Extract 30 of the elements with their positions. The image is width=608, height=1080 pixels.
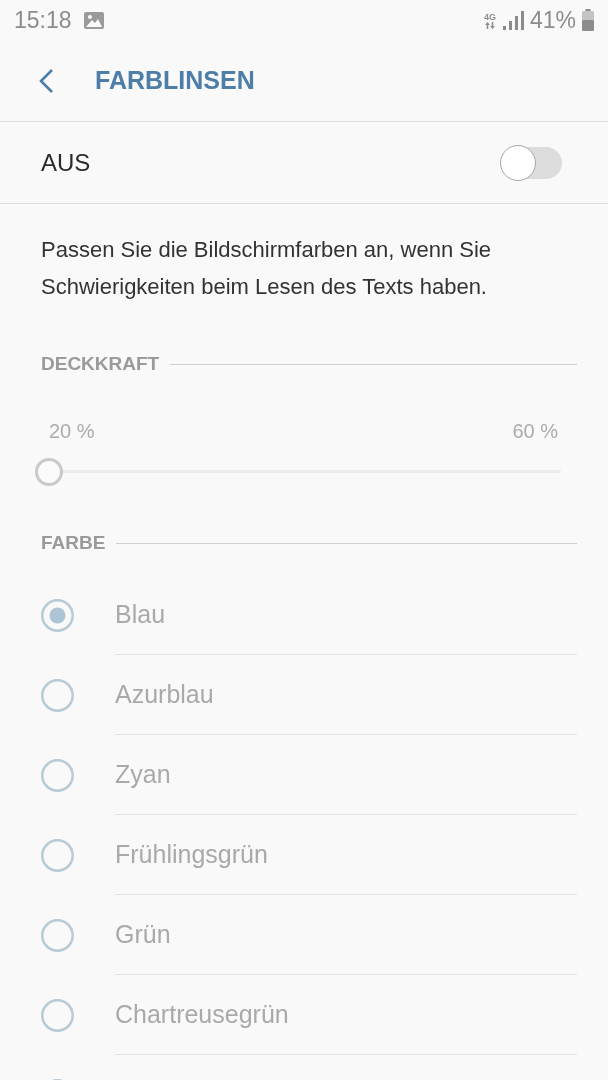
data-arrows-icon — [484, 21, 495, 29]
page-title: FARBLINSEN — [95, 66, 255, 95]
option-label[interactable]: Blau — [115, 600, 166, 629]
min-label: 20 % — [49, 419, 95, 443]
battery-icon — [582, 9, 594, 31]
image-icon — [83, 11, 104, 29]
radio-button-selected[interactable] — [41, 598, 74, 632]
radio-button[interactable] — [41, 998, 74, 1032]
signal-icon — [502, 10, 524, 30]
switch-label: AUS — [41, 148, 91, 177]
toggle-switch[interactable] — [500, 144, 562, 181]
slider-track[interactable] — [35, 458, 561, 486]
radio-button[interactable] — [41, 758, 74, 792]
slider-thumb[interactable] — [35, 458, 63, 486]
description-text: Passen Sie die Bildschirmfarben an, wenn Sie Schwierigkeiten beim Lesen des Texts haben. — [41, 236, 493, 301]
radio-button[interactable] — [41, 838, 74, 872]
section-heading: DECKKRAFT — [41, 352, 160, 376]
battery-percentage: 41% — [529, 7, 576, 33]
option-label[interactable]: Chartreusegrün — [115, 1000, 289, 1029]
max-label: 60 % — [512, 419, 558, 443]
option-label[interactable]: Azurblau — [115, 680, 214, 709]
option-label[interactable]: Frühlingsgrün — [115, 840, 268, 869]
option-label[interactable]: Zyan — [115, 760, 171, 789]
back-icon — [38, 67, 54, 94]
option-label[interactable]: Grün — [115, 920, 171, 949]
radio-button[interactable] — [41, 678, 74, 712]
status-time: 15:18 — [14, 7, 72, 33]
section-heading: FARBE — [41, 531, 106, 555]
network-type: 4G — [483, 11, 496, 22]
radio-button[interactable] — [41, 918, 74, 952]
